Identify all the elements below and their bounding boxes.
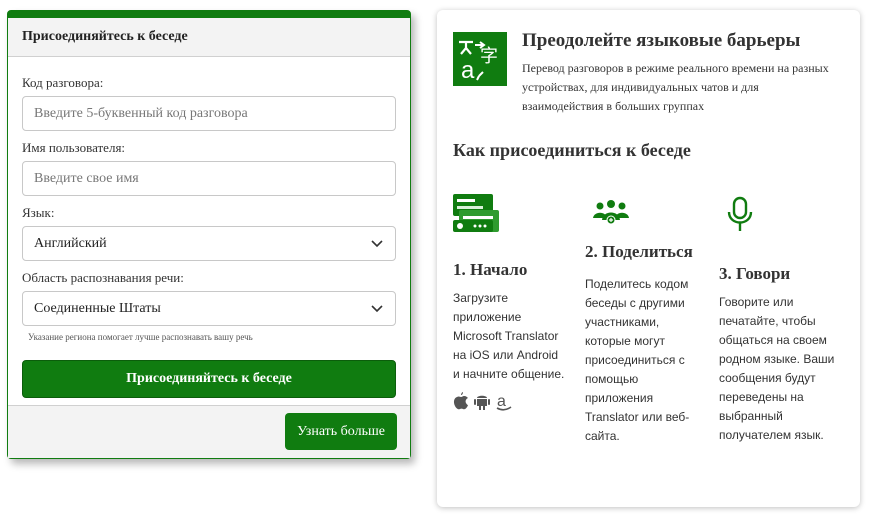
step-start-title: 1. Начало <box>453 260 528 279</box>
learn-more-button[interactable]: Узнать больше <box>285 413 397 450</box>
join-form: Код разговора: Введите 5-буквенный код р… <box>8 57 410 398</box>
info-subtitle: Перевод разговоров в режиме реального вр… <box>522 61 829 113</box>
chevron-down-icon <box>370 302 384 316</box>
join-card-footer: Узнать больше <box>8 405 410 458</box>
username-placeholder: Введите свое имя <box>34 170 139 186</box>
amazon-icon: a <box>495 392 513 416</box>
language-value: Английский <box>34 235 107 251</box>
svg-text:字: 字 <box>480 46 498 67</box>
step-speak: 3. Говори Говорите или печатайте, чтобы … <box>719 194 844 445</box>
region-hint: Указание региона помогает лучше распозна… <box>28 332 253 342</box>
username-input[interactable]: Введите свое имя <box>22 161 396 196</box>
microphone-icon <box>719 194 844 240</box>
android-icon <box>473 392 491 416</box>
join-conversation-button[interactable]: Присоединяйтесь к беседе <box>22 360 396 398</box>
app-window-icon <box>453 194 571 240</box>
step-share-text: Поделитесь кодом беседы с другими участн… <box>585 277 690 443</box>
speech-region-value: Соединенные Штаты <box>34 300 161 316</box>
apple-icon <box>453 392 469 416</box>
join-card-title: Присоединяйтесь к беседе <box>8 18 410 57</box>
language-label: Язык: <box>22 205 55 220</box>
translator-logo-icon: a 字 <box>453 32 507 86</box>
info-title: Преодолейте языковые барьеры <box>522 30 801 51</box>
step-start-text: Загрузите приложение Microsoft Translato… <box>453 291 565 381</box>
step-start: 1. Начало Загрузите приложение Microsoft… <box>453 194 571 416</box>
svg-text:a: a <box>497 393 506 410</box>
speech-region-label: Область распознавания речи: <box>22 270 184 285</box>
step-speak-text: Говорите или печатайте, чтобы общаться н… <box>719 295 835 442</box>
speech-region-select[interactable]: Соединенные Штаты <box>22 291 396 326</box>
how-to-join-title: Как присоединиться к беседе <box>453 140 691 160</box>
step-share: 2. Поделиться Поделитесь кодом беседы с … <box>585 194 703 446</box>
conversation-code-placeholder: Введите 5-буквенный код разговора <box>34 105 248 121</box>
conversation-code-input[interactable]: Введите 5-буквенный код разговора <box>22 96 396 131</box>
language-select[interactable]: Английский <box>22 226 396 261</box>
username-label: Имя пользователя: <box>22 140 126 155</box>
info-card: a 字 Преодолейте языковые барьеры Перевод… <box>437 10 860 507</box>
step-share-title: 2. Поделиться <box>585 242 693 261</box>
chevron-down-icon <box>370 237 384 251</box>
step-speak-title: 3. Говори <box>719 264 791 283</box>
join-conversation-card: Присоединяйтесь к беседе Код разговора: … <box>7 10 411 459</box>
people-add-icon <box>585 194 703 240</box>
conversation-code-label: Код разговора: <box>22 75 104 90</box>
svg-text:a: a <box>461 57 475 84</box>
platform-icons: a <box>453 392 571 416</box>
